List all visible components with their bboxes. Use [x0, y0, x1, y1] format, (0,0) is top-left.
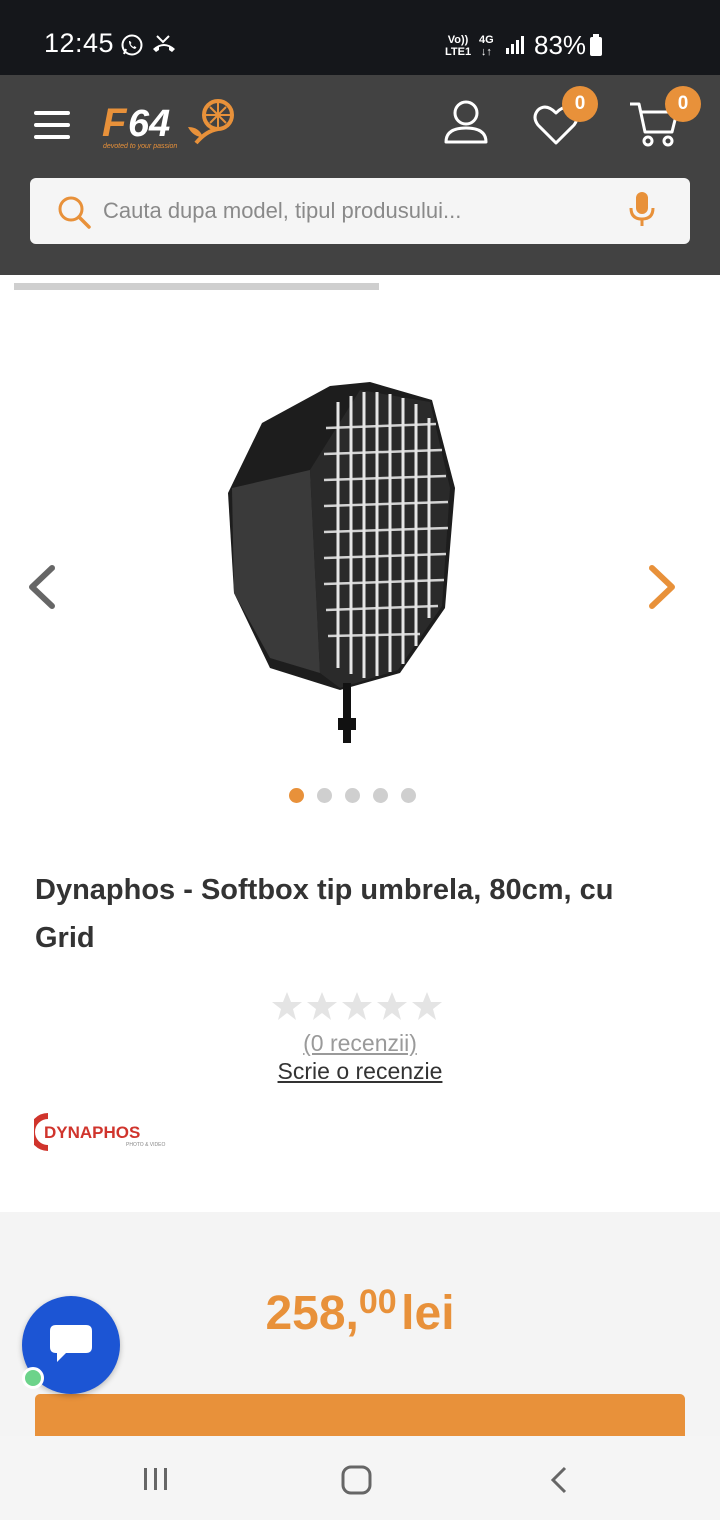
star-icon — [272, 992, 302, 1020]
battery-cap — [593, 34, 599, 38]
recent-apps-icon[interactable] — [140, 1466, 172, 1492]
chat-icon — [50, 1325, 92, 1362]
brand-name: DYNAPHOS — [44, 1123, 140, 1142]
wishlist-count-badge: 0 — [562, 86, 598, 122]
product-title: Dynaphos - Softbox tip umbrela, 80cm, cu… — [35, 874, 614, 954]
battery-level: 83% — [534, 30, 587, 60]
gallery-dot-5[interactable] — [401, 788, 416, 803]
gallery-dot-4[interactable] — [373, 788, 388, 803]
menu-button[interactable] — [34, 108, 72, 142]
search-icon[interactable] — [56, 194, 92, 230]
data-type-indicator: 4G ↓↑ — [479, 34, 494, 58]
gallery-next-arrow-icon[interactable] — [642, 562, 682, 612]
status-time: 12:45 — [44, 28, 115, 58]
star-icon — [377, 992, 407, 1020]
whatsapp-icon — [121, 34, 143, 56]
brand-subtitle: PHOTO & VIDEO — [126, 1142, 165, 1148]
battery-icon — [590, 37, 602, 56]
system-navigation-bar — [0, 1436, 720, 1520]
reviews-count-link[interactable]: (0 recenzii) — [0, 1030, 720, 1057]
price-cents: 00 — [358, 1283, 397, 1321]
account-icon[interactable] — [443, 99, 489, 145]
gallery-dot-3[interactable] — [345, 788, 360, 803]
gallery-dot-1[interactable] — [289, 788, 304, 803]
gallery-prev-arrow-icon[interactable] — [22, 562, 62, 612]
star-icon — [307, 992, 337, 1020]
product-image[interactable] — [210, 378, 470, 753]
missed-call-icon — [153, 35, 175, 52]
price-currency: lei — [401, 1287, 455, 1340]
price-integer: 258, — [265, 1287, 359, 1340]
signal-icon — [506, 36, 526, 54]
logo-digits: 64 — [128, 103, 170, 145]
search-bar[interactable]: Cauta dupa model, tipul produsului... — [30, 178, 690, 244]
back-icon[interactable] — [545, 1464, 571, 1496]
home-icon[interactable] — [340, 1464, 374, 1496]
star-icon — [412, 992, 442, 1020]
gallery-dot-2[interactable] — [317, 788, 332, 803]
network-indicator: Vo)) LTE1 — [445, 34, 472, 58]
rating-stars[interactable] — [272, 990, 452, 1026]
site-logo[interactable]: F 64 devoted to your passion — [100, 97, 240, 151]
logo-tagline: devoted to your passion — [103, 143, 177, 150]
status-bar: 12:45 Vo)) LTE1 4G ↓↑ 83% — [0, 0, 720, 75]
cart-count-badge: 0 — [665, 86, 701, 122]
write-review-link[interactable]: Scrie o recenzie — [0, 1058, 720, 1085]
microphone-icon[interactable] — [628, 190, 656, 230]
add-to-cart-button[interactable] — [35, 1394, 685, 1439]
search-input[interactable]: Cauta dupa model, tipul produsului... — [103, 198, 461, 224]
logo-letter: F — [102, 101, 128, 145]
gallery-scroll-indicator — [14, 283, 379, 290]
online-status-indicator — [22, 1367, 44, 1389]
star-icon — [342, 992, 372, 1020]
brand-logo[interactable]: DYNAPHOS PHOTO & VIDEO — [34, 1112, 179, 1152]
